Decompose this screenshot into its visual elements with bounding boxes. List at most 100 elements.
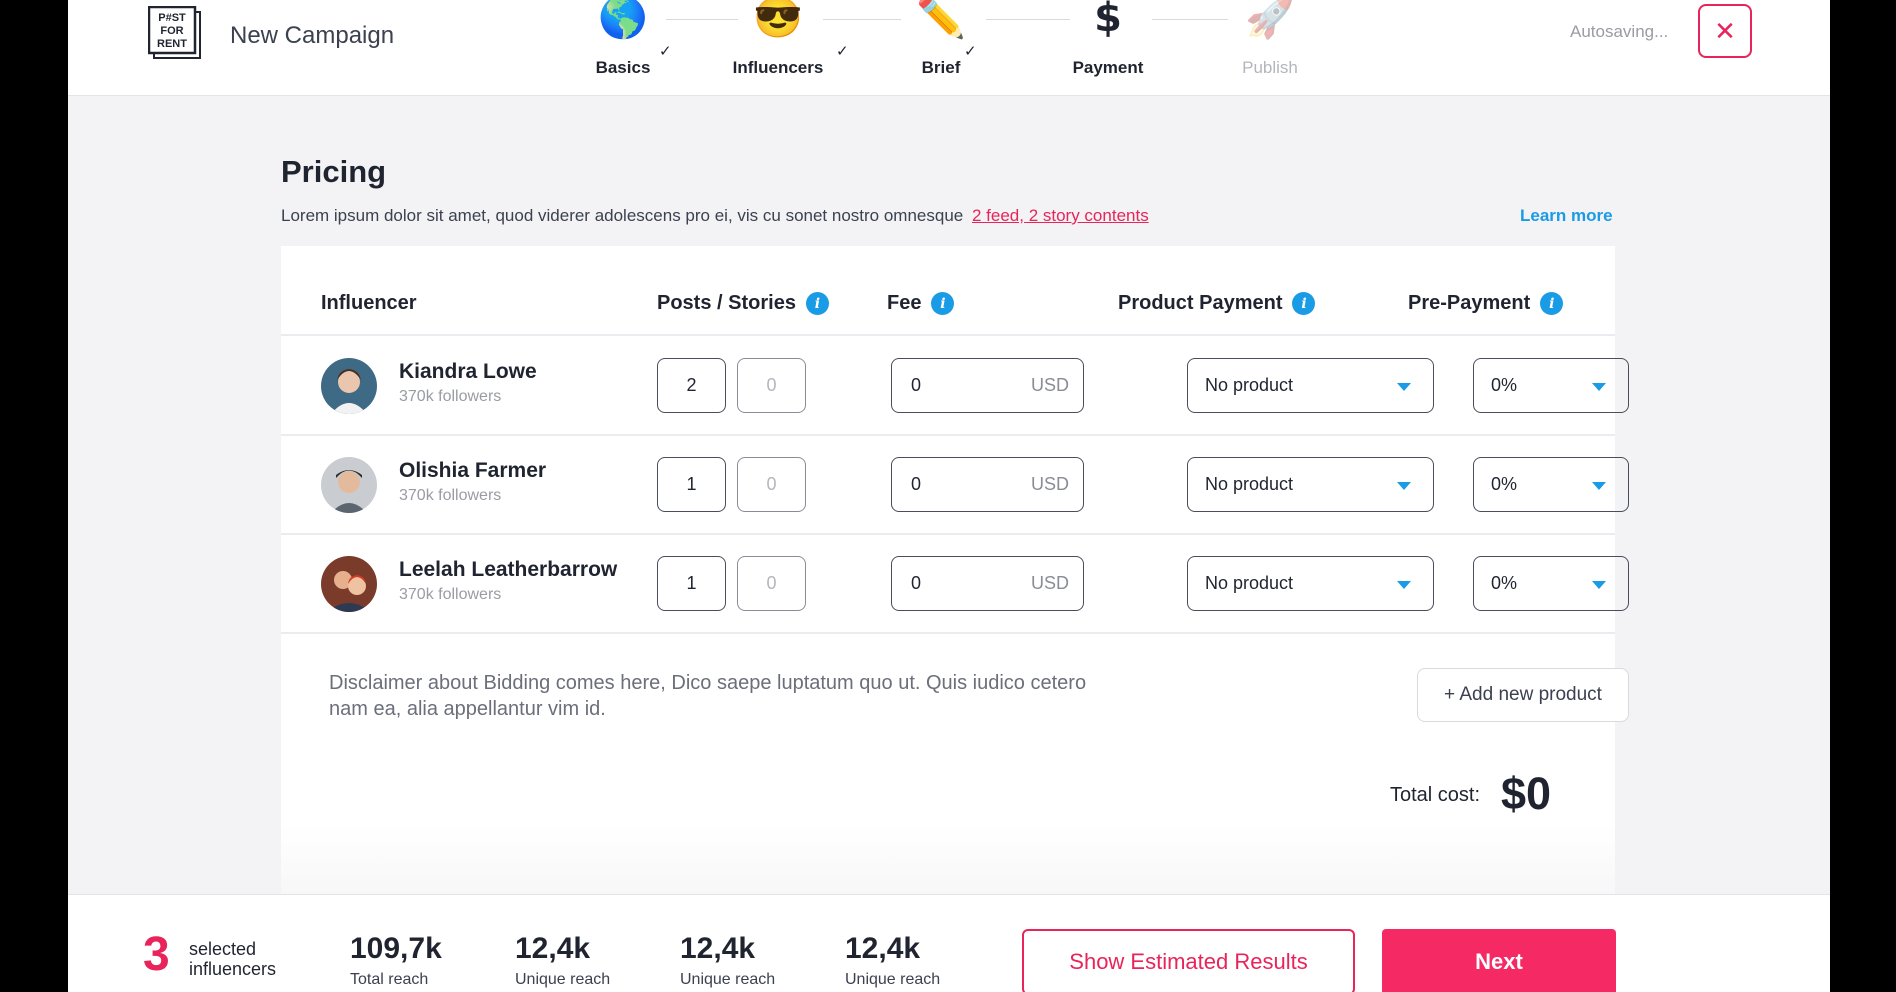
chevron-down-icon [1592, 581, 1606, 589]
info-icon[interactable]: i [1540, 292, 1564, 315]
product-payment-select[interactable]: No product [1187, 358, 1434, 413]
currency-label: USD [1030, 474, 1069, 494]
stories-input[interactable]: 0 [737, 358, 806, 413]
influencer-name: Leelah Leatherbarrow [399, 558, 618, 581]
step-influencers[interactable]: 😎 Influencers ✓ [698, 0, 858, 78]
influencer-followers: 370k followers [399, 388, 502, 405]
currency-label: USD [1030, 573, 1069, 593]
chevron-down-icon [1592, 383, 1606, 391]
step-label: Publish [1242, 58, 1298, 77]
close-icon: ✕ [1714, 15, 1736, 46]
info-icon[interactable]: i [931, 292, 955, 315]
avatar [321, 358, 377, 414]
total-cost-label: Total cost: [1390, 784, 1481, 806]
selected-label: selected influencers [189, 939, 277, 979]
avatar [321, 556, 377, 612]
close-button[interactable]: ✕ [1698, 4, 1752, 58]
stories-input[interactable]: 0 [737, 457, 806, 512]
selected-value: 0% [1491, 375, 1518, 395]
stat-label: Unique reach [680, 971, 776, 988]
pre-payment-select[interactable]: 0% [1473, 457, 1629, 512]
stat-label: Unique reach [515, 971, 611, 988]
pre-payment-select[interactable]: 0% [1473, 358, 1629, 413]
total-cost-value: $0 [1501, 768, 1552, 819]
table-row: Olishia Farmer 370k followers 1 0 0 USD … [281, 435, 1629, 533]
checkmark-icon: ✓ [964, 43, 977, 60]
stat-value: 12,4k [680, 932, 756, 965]
posts-input[interactable]: 1 [657, 556, 726, 611]
fee-value: 0 [911, 573, 922, 593]
svg-text:P#ST: P#ST [158, 12, 186, 24]
checkmark-icon: ✓ [836, 43, 849, 60]
autosave-status: Autosaving... [1570, 22, 1669, 41]
dollar-icon: $ [1094, 0, 1122, 41]
step-publish[interactable]: 🚀 Publish [1190, 0, 1350, 78]
rocket-icon: 🚀 [1245, 0, 1295, 40]
content-summary-link[interactable]: 2 feed, 2 story contents [972, 206, 1149, 225]
app-window: P#ST FOR RENT New Campaign 🌎 Basics ✓ 😎 … [68, 0, 1830, 992]
column-header-fee: Fee i [887, 292, 955, 315]
logo: P#ST FOR RENT [148, 6, 201, 59]
step-brief[interactable]: ✏️ Brief ✓ [861, 0, 1021, 78]
selected-value: No product [1205, 474, 1294, 494]
influencer-name: Olishia Farmer [399, 459, 547, 482]
selected-value: No product [1205, 573, 1294, 593]
column-label: Influencer [321, 292, 417, 314]
fee-input[interactable]: 0 USD [891, 556, 1084, 611]
fee-value: 0 [911, 375, 922, 395]
selected-value: No product [1205, 375, 1294, 395]
selected-value: 0% [1491, 474, 1518, 494]
stat-value: 109,7k [350, 932, 442, 965]
product-payment-select[interactable]: No product [1187, 457, 1434, 512]
sunglasses-face-icon: 😎 [753, 0, 803, 40]
stories-input[interactable]: 0 [737, 556, 806, 611]
show-estimated-results-button[interactable]: Show Estimated Results [1022, 929, 1355, 992]
step-basics[interactable]: 🌎 Basics ✓ [543, 0, 703, 78]
posts-input[interactable]: 2 [657, 358, 726, 413]
fee-input[interactable]: 0 USD [891, 358, 1084, 413]
column-label: Fee [887, 292, 922, 314]
column-label: Product Payment [1118, 292, 1283, 314]
fee-value: 0 [911, 474, 922, 494]
stat-total-reach: 109,7k Total reach [350, 933, 442, 989]
section-description: Lorem ipsum dolor sit amet, quod viderer… [281, 206, 1149, 226]
svg-text:RENT: RENT [157, 38, 187, 50]
page-title: New Campaign [230, 22, 395, 49]
divider [281, 632, 1615, 634]
table-row: Leelah Leatherbarrow 370k followers 1 0 … [281, 534, 1629, 632]
globe-icon: 🌎 [598, 0, 648, 40]
stat-unique-reach: 12,4k Unique reach [680, 933, 775, 989]
step-label: Brief [921, 58, 961, 77]
step-label: Basics [595, 58, 651, 77]
column-header-pre-payment: Pre-Payment i [1408, 292, 1564, 315]
top-bar: P#ST FOR RENT New Campaign 🌎 Basics ✓ 😎 … [68, 0, 1830, 96]
step-label: Payment [1072, 58, 1144, 77]
chevron-down-icon [1397, 581, 1411, 589]
product-payment-select[interactable]: No product [1187, 556, 1434, 611]
stat-unique-reach: 12,4k Unique reach [515, 933, 610, 989]
add-product-button[interactable]: + Add new product [1417, 668, 1629, 722]
info-icon[interactable]: i [805, 292, 829, 315]
table-row: Kiandra Lowe 370k followers 2 0 0 USD No… [281, 336, 1629, 434]
column-header-posts-stories: Posts / Stories i [657, 292, 829, 315]
info-icon[interactable]: i [1292, 292, 1316, 315]
column-header-product-payment: Product Payment i [1118, 292, 1316, 315]
svg-text:FOR: FOR [160, 25, 183, 37]
description-text: Lorem ipsum dolor sit amet, quod viderer… [281, 206, 964, 225]
column-label: Pre-Payment [1408, 292, 1531, 314]
stat-value: 12,4k [515, 932, 591, 965]
posts-input[interactable]: 1 [657, 457, 726, 512]
stat-label: Unique reach [845, 971, 941, 988]
step-payment[interactable]: $ Payment [1028, 0, 1188, 78]
stat-unique-reach: 12,4k Unique reach [845, 933, 940, 989]
bidding-disclaimer: Disclaimer about Bidding comes here, Dic… [329, 672, 1087, 720]
selected-value: 0% [1491, 573, 1518, 593]
currency-label: USD [1030, 375, 1069, 395]
next-button[interactable]: Next [1382, 929, 1616, 992]
step-label: Influencers [732, 58, 824, 77]
fee-input[interactable]: 0 USD [891, 457, 1084, 512]
learn-more-link[interactable]: Learn more [1520, 206, 1613, 226]
column-label: Posts / Stories [657, 292, 796, 314]
chevron-down-icon [1397, 383, 1411, 391]
pre-payment-select[interactable]: 0% [1473, 556, 1629, 611]
